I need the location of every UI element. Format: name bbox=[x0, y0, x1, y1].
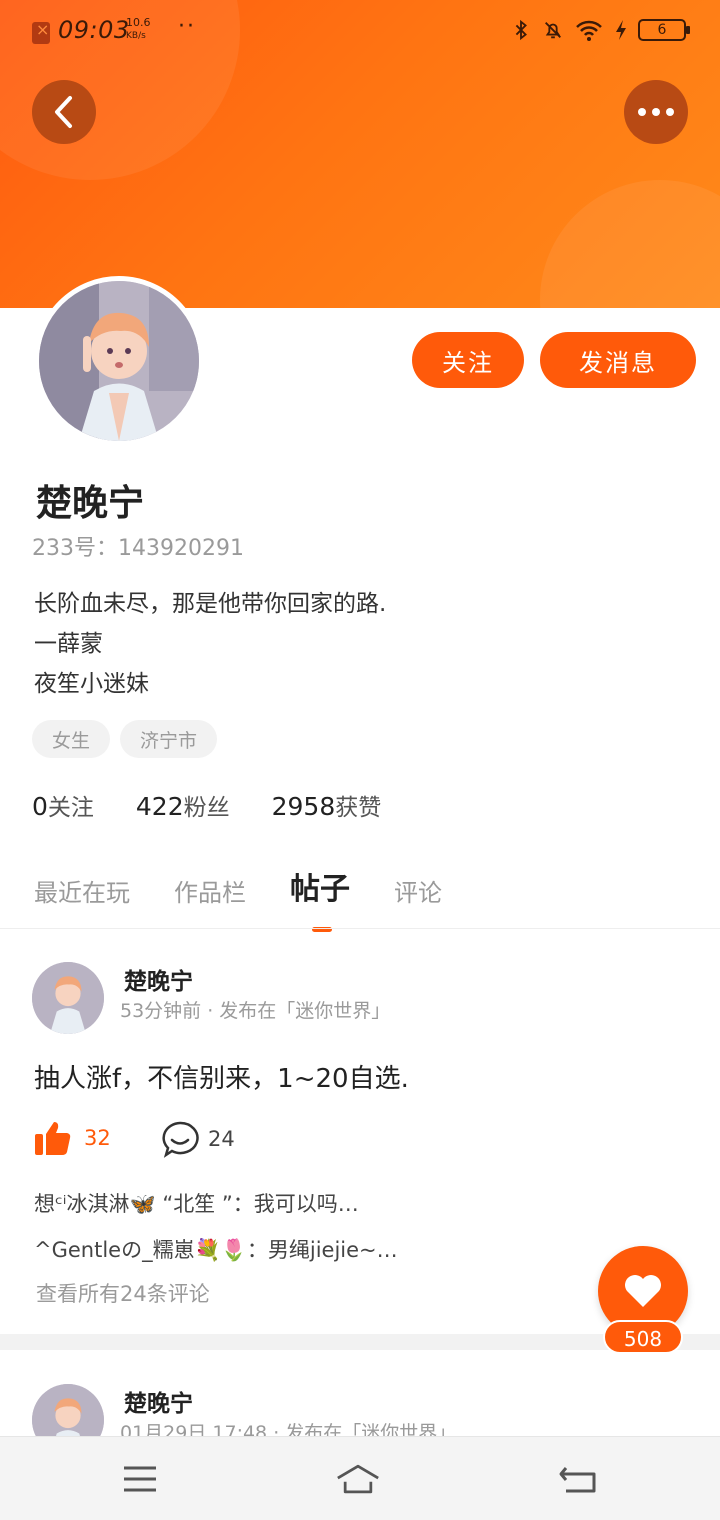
charging-icon bbox=[616, 20, 626, 40]
profile-page: 09:03 10.6 KB/s ·· 6 bbox=[0, 0, 720, 1520]
like-button[interactable]: 32 bbox=[34, 1120, 111, 1156]
wifi-icon bbox=[576, 20, 602, 41]
tab-comments[interactable]: 评论 bbox=[394, 873, 442, 908]
heart-icon bbox=[625, 1275, 661, 1307]
comment-icon bbox=[162, 1121, 199, 1158]
profile-tabs: 最近在玩 作品栏 帖子 评论 bbox=[34, 864, 442, 932]
menu-nav-button[interactable] bbox=[118, 1459, 162, 1499]
tab-works[interactable]: 作品栏 bbox=[174, 873, 246, 908]
comment-button[interactable]: 24 bbox=[160, 1120, 235, 1158]
profile-avatar[interactable] bbox=[34, 276, 204, 446]
menu-icon bbox=[124, 1466, 156, 1492]
home-icon bbox=[337, 1464, 379, 1494]
status-dots: ·· bbox=[178, 14, 196, 39]
follow-button[interactable]: 关注 bbox=[412, 332, 524, 388]
post-author-avatar[interactable] bbox=[32, 962, 104, 1034]
back-nav-button[interactable] bbox=[556, 1459, 600, 1499]
post-author-name[interactable]: 楚晚宁 bbox=[124, 962, 193, 996]
chevron-left-icon bbox=[55, 96, 72, 128]
comment-preview[interactable]: ^Gentleの_糯崽💐🌷：男绳jiejie~… bbox=[34, 1234, 398, 1264]
view-all-comments-link[interactable]: 查看所有24条评论 bbox=[36, 1278, 210, 1308]
home-nav-button[interactable] bbox=[336, 1459, 380, 1499]
bio-line: 长阶血未尽，那是他带你回家的路. bbox=[34, 591, 387, 617]
stat-fans[interactable]: 422粉丝 bbox=[136, 788, 230, 822]
notification-icon bbox=[32, 20, 50, 44]
comment-count: 24 bbox=[208, 1127, 235, 1151]
bio-line: 一薛蒙 bbox=[34, 631, 103, 657]
comment-preview[interactable]: 想ᶜⁱ冰淇淋🦋 “北笙 ”：我可以吗… bbox=[34, 1188, 359, 1218]
back-button[interactable] bbox=[32, 80, 96, 144]
user-id: 233号：143920291 bbox=[32, 536, 244, 561]
system-nav-bar bbox=[0, 1436, 720, 1520]
profile-header-banner: 09:03 10.6 KB/s ·· 6 bbox=[0, 0, 720, 308]
more-horizontal-icon bbox=[638, 108, 674, 116]
profile-tags: 女生 济宁市 bbox=[32, 720, 218, 758]
fab-like-count: 508 bbox=[603, 1320, 683, 1354]
thumbs-up-icon bbox=[35, 1122, 71, 1155]
stat-following[interactable]: 0关注 bbox=[32, 788, 94, 822]
profile-stats: 0关注 422粉丝 2958获赞 bbox=[32, 788, 381, 822]
tag-gender: 女生 bbox=[32, 720, 111, 758]
bio-line: 夜笙小迷妹 bbox=[34, 671, 149, 697]
stat-likes: 2958获赞 bbox=[271, 792, 382, 821]
like-count: 32 bbox=[84, 1126, 111, 1150]
status-time: 09:03 bbox=[58, 16, 130, 44]
more-button[interactable] bbox=[624, 80, 688, 144]
tab-recently-played[interactable]: 最近在玩 bbox=[34, 873, 130, 908]
net-speed: 10.6 KB/s bbox=[126, 16, 151, 42]
profile-bio: 长阶血未尽，那是他带你回家的路. 一薛蒙 夜笙小迷妹 bbox=[34, 584, 386, 704]
status-bar: 09:03 10.6 KB/s ·· 6 bbox=[0, 0, 720, 64]
send-message-button[interactable]: 发消息 bbox=[540, 332, 696, 388]
post-meta: 53分钟前 · 发布在「迷你世界」 bbox=[120, 1000, 391, 1022]
battery-icon: 6 bbox=[638, 19, 690, 41]
profile-name: 楚晚宁 bbox=[36, 483, 145, 524]
tag-city: 济宁市 bbox=[120, 720, 218, 758]
tab-posts[interactable]: 帖子 bbox=[290, 864, 350, 932]
bluetooth-icon bbox=[515, 19, 527, 41]
post-text[interactable]: 抽人涨f，不信别来，1~20自选. bbox=[34, 1058, 409, 1095]
back-arrow-icon bbox=[559, 1467, 596, 1493]
post-author-name[interactable]: 楚晚宁 bbox=[124, 1384, 193, 1418]
mute-bell-icon bbox=[545, 22, 561, 39]
